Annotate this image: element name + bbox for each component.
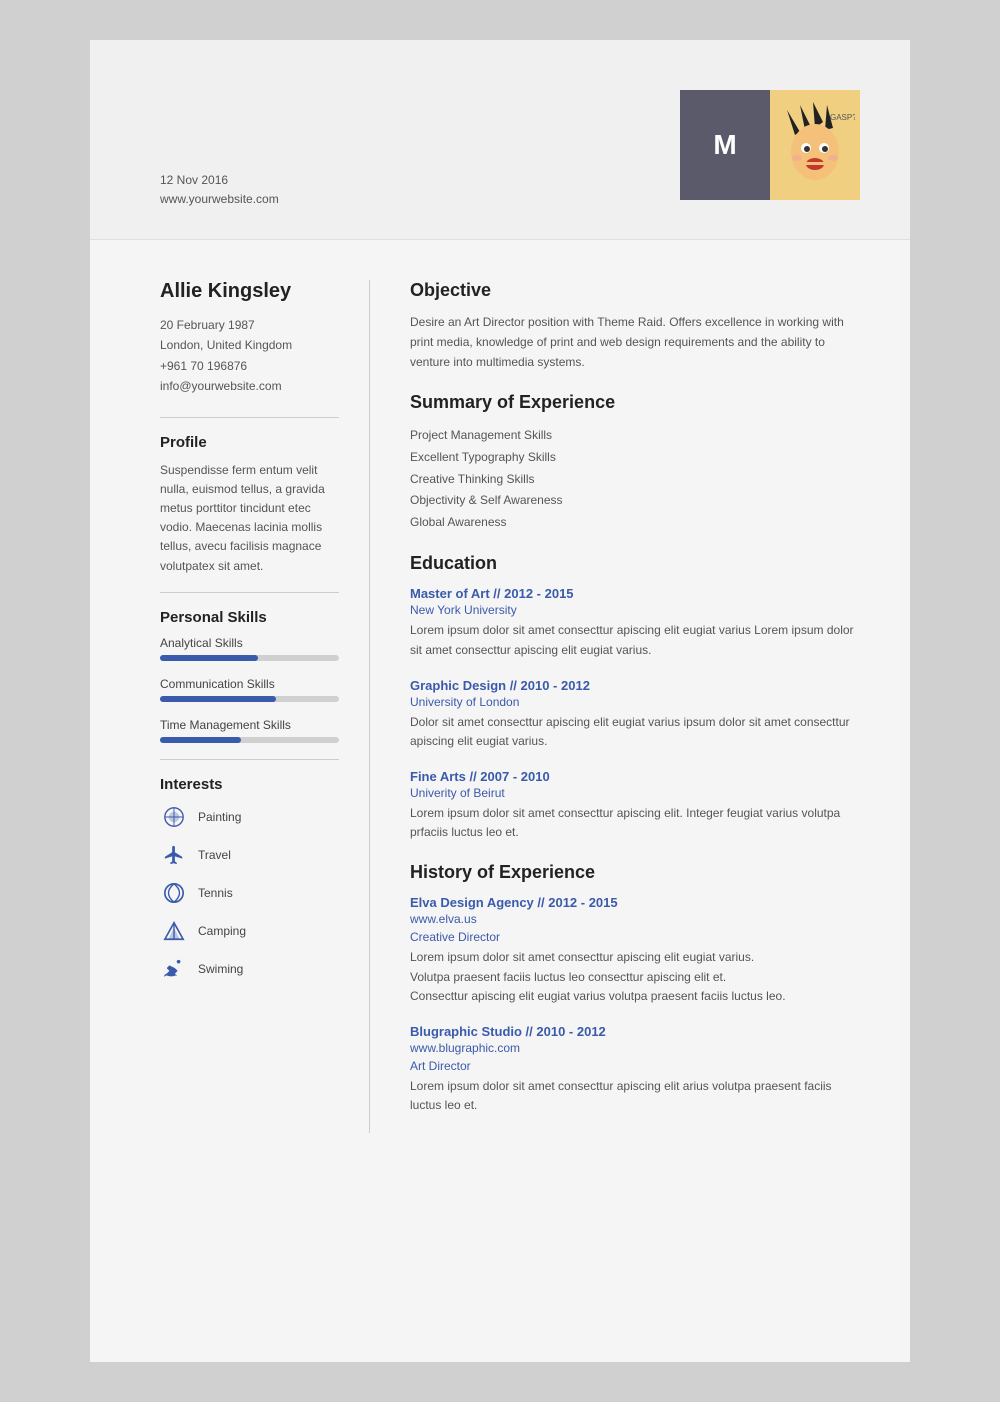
location: London, United Kingdom (160, 335, 339, 355)
summary-item-4: Objectivity & Self Awareness (410, 490, 860, 512)
interest-painting: Painting (160, 803, 339, 831)
skill-3: Time Management Skills (160, 718, 339, 743)
summary-item-5: Global Awareness (410, 512, 860, 534)
history-role-2: Art Director (410, 1059, 860, 1073)
skill-label-2: Communication Skills (160, 677, 339, 691)
left-column: Allie Kingsley 20 February 1987 London, … (90, 280, 370, 1133)
edu-subtitle-3: Univerity of Beirut (410, 786, 860, 800)
phone: +961 70 196876 (160, 356, 339, 376)
resume-page: 12 Nov 2016 www.yourwebsite.com M (90, 40, 910, 1362)
interests-title: Interests (160, 776, 339, 793)
tennis-icon (160, 879, 188, 907)
history-entry-2: Blugraphic Studio // 2010 - 2012 www.blu… (410, 1024, 860, 1115)
objective-title: Objective (410, 280, 860, 301)
interest-tennis: Tennis (160, 879, 339, 907)
summary-item-2: Excellent Typography Skills (410, 447, 860, 469)
edu-body-3: Lorem ipsum dolor sit amet consecttur ap… (410, 804, 860, 842)
history-entry-1: Elva Design Agency // 2012 - 2015 www.el… (410, 895, 860, 1006)
skill-label-1: Analytical Skills (160, 636, 339, 650)
interest-label-swimming: Swiming (198, 962, 243, 976)
profile-title: Profile (160, 434, 339, 451)
history-body-2: Lorem ipsum dolor sit amet consecttur ap… (410, 1077, 860, 1115)
summary-item-3: Creative Thinking Skills (410, 469, 860, 491)
divider-3 (160, 759, 339, 760)
contact-info: 20 February 1987 London, United Kingdom … (160, 315, 339, 397)
skill-label-3: Time Management Skills (160, 718, 339, 732)
name-section: Allie Kingsley 20 February 1987 London, … (160, 280, 339, 397)
painting-icon (160, 803, 188, 831)
right-column: Objective Desire an Art Director positio… (370, 280, 910, 1133)
education-entry-2: Graphic Design // 2010 - 2012 University… (410, 678, 860, 751)
edu-title-1: Master of Art // 2012 - 2015 (410, 586, 860, 601)
history-body-1: Lorem ipsum dolor sit amet consecttur ap… (410, 948, 860, 1006)
history-subtitle-2: www.blugraphic.com (410, 1041, 860, 1055)
history-role-1: Creative Director (410, 930, 860, 944)
profile-text: Suspendisse ferm entum velit nulla, euis… (160, 461, 339, 576)
interests-section: Interests Painting (160, 776, 339, 983)
skills-title: Personal Skills (160, 609, 339, 626)
history-title-2: Blugraphic Studio // 2010 - 2012 (410, 1024, 860, 1039)
travel-icon (160, 841, 188, 869)
skill-bar-fill-3 (160, 737, 241, 743)
interest-label-painting: Painting (198, 810, 241, 824)
summary-list: Project Management Skills Excellent Typo… (410, 425, 860, 533)
edu-subtitle-2: University of London (410, 695, 860, 709)
history-title-1: Elva Design Agency // 2012 - 2015 (410, 895, 860, 910)
dob: 20 February 1987 (160, 315, 339, 335)
interest-label-travel: Travel (198, 848, 231, 862)
email: info@yourwebsite.com (160, 376, 339, 396)
skill-bar-bg-1 (160, 655, 339, 661)
swimming-icon (160, 955, 188, 983)
summary-item-1: Project Management Skills (410, 425, 860, 447)
skills-section: Personal Skills Analytical Skills Commun… (160, 609, 339, 743)
header-date: 12 Nov 2016 (160, 171, 279, 190)
edu-body-2: Dolor sit amet consecttur apiscing elit … (410, 713, 860, 751)
skill-2: Communication Skills (160, 677, 339, 702)
profile-section: Profile Suspendisse ferm entum velit nul… (160, 434, 339, 576)
education-title: Education (410, 553, 860, 574)
summary-title: Summary of Experience (410, 392, 860, 413)
interest-label-camping: Camping (198, 924, 246, 938)
avatar-group: M (680, 90, 860, 200)
interest-camping: Camping (160, 917, 339, 945)
divider-2 (160, 592, 339, 593)
svg-text:GASP?!: GASP?! (830, 113, 855, 122)
interest-label-tennis: Tennis (198, 886, 233, 900)
edu-title-3: Fine Arts // 2007 - 2010 (410, 769, 860, 784)
skill-bar-fill-2 (160, 696, 276, 702)
header-meta: 12 Nov 2016 www.yourwebsite.com (160, 171, 279, 209)
camping-icon (160, 917, 188, 945)
skill-bar-fill-1 (160, 655, 258, 661)
edu-subtitle-1: New York University (410, 603, 860, 617)
objective-text: Desire an Art Director position with The… (410, 313, 860, 372)
history-title: History of Experience (410, 862, 860, 883)
skill-bar-bg-3 (160, 737, 339, 743)
header-bar: 12 Nov 2016 www.yourwebsite.com M (90, 40, 910, 240)
interest-swimming: Swiming (160, 955, 339, 983)
divider-1 (160, 417, 339, 418)
skill-1: Analytical Skills (160, 636, 339, 661)
skill-bar-bg-2 (160, 696, 339, 702)
education-entry-3: Fine Arts // 2007 - 2010 Univerity of Be… (410, 769, 860, 842)
body-content: Allie Kingsley 20 February 1987 London, … (90, 240, 910, 1173)
edu-body-1: Lorem ipsum dolor sit amet consecttur ap… (410, 621, 860, 659)
person-name: Allie Kingsley (160, 280, 339, 303)
edu-title-2: Graphic Design // 2010 - 2012 (410, 678, 860, 693)
interest-travel: Travel (160, 841, 339, 869)
avatar-initial: M (680, 90, 770, 200)
education-entry-1: Master of Art // 2012 - 2015 New York Un… (410, 586, 860, 659)
header-website: www.yourwebsite.com (160, 190, 279, 209)
history-subtitle-1: www.elva.us (410, 912, 860, 926)
avatar-cartoon: GASP?! (770, 90, 860, 200)
